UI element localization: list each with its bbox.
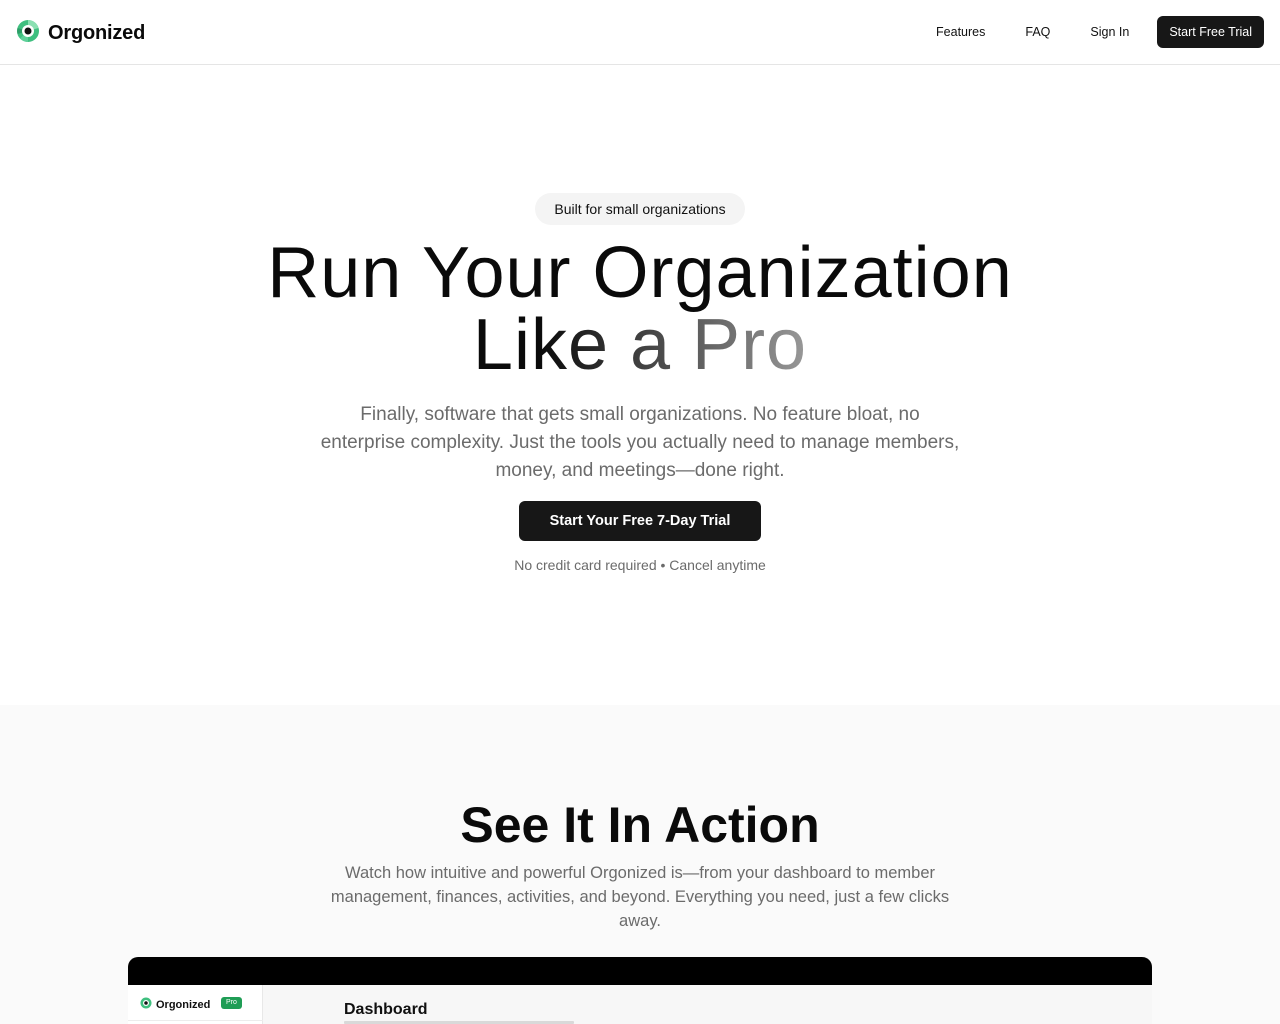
hero-headline-line2: Like a Pro <box>470 309 810 381</box>
brand[interactable]: Orgonized <box>16 19 145 48</box>
hero-subtitle: Finally, software that gets small organi… <box>320 404 960 481</box>
app-preview-content: Orgonized Pro Dashboard <box>128 985 1152 1024</box>
preview-page-title: Dashboard <box>344 1001 428 1018</box>
trial-note: No credit card required • Cancel anytime <box>514 557 766 573</box>
nav-link-faq[interactable]: FAQ <box>1005 17 1070 47</box>
nav-link-features[interactable]: Features <box>916 17 1005 47</box>
app-preview-window: Orgonized Pro Dashboard <box>128 957 1152 1024</box>
preview-plan-badge: Pro <box>221 997 242 1009</box>
section-subtitle: Watch how intuitive and powerful Orgoniz… <box>330 864 950 930</box>
audience-pill: Built for small organizations <box>535 193 745 225</box>
preview-brand: Orgonized <box>140 996 210 1014</box>
preview-brand-name: Orgonized <box>156 999 211 1011</box>
nav-link-sign-in[interactable]: Sign In <box>1070 17 1149 47</box>
section-title: See It In Action <box>460 797 820 853</box>
top-navbar: Orgonized Features FAQ Sign In Start Fre… <box>0 0 1280 65</box>
preview-sidebar-divider <box>128 1020 263 1021</box>
main-nav: Features FAQ Sign In Start Free Trial <box>916 16 1264 48</box>
preview-sidebar: Orgonized Pro <box>128 985 263 1024</box>
hero-headline: Run Your Organization Like a Pro <box>0 237 1280 381</box>
orgonized-logo-icon <box>16 19 40 48</box>
preview-logo-icon <box>140 996 152 1014</box>
brand-name: Orgonized <box>48 22 146 44</box>
start-free-trial-button[interactable]: Start Free Trial <box>1157 16 1264 48</box>
start-7-day-trial-button[interactable]: Start Your Free 7-Day Trial <box>519 501 761 541</box>
hero-section: Built for small organizations Run Your O… <box>0 65 1280 705</box>
hero-headline-line1: Run Your Organization <box>267 233 1013 313</box>
